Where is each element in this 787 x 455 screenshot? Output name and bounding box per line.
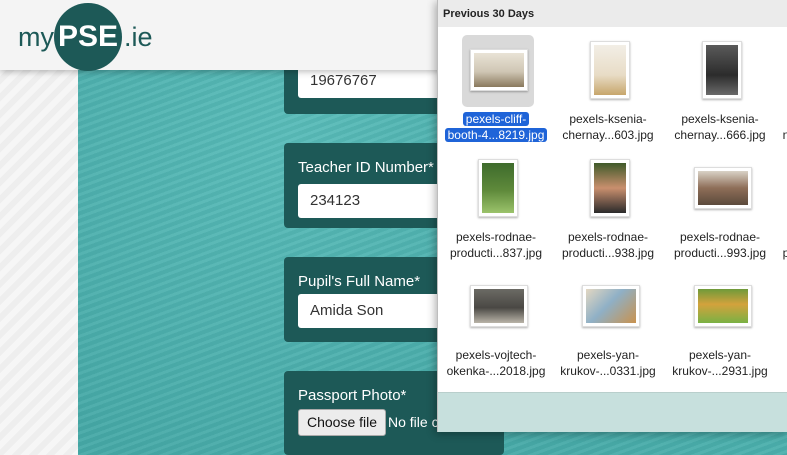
file-name: pexels-rodnae-producti...993.jpg: [673, 230, 767, 260]
photo-thumbnail: [590, 159, 630, 217]
file-name: p: [776, 245, 787, 261]
file-item[interactable]: p: [776, 145, 787, 265]
file-item[interactable]: pexels-ksenia-chernay...666.jpg: [664, 27, 776, 147]
file-item[interactable]: pexels-yan-krukov-...2931.jpg: [664, 263, 776, 383]
thumbnail-area: [462, 153, 534, 225]
photo-thumbnail: [590, 41, 630, 99]
file-item[interactable]: pexels-ksenia-chernay...603.jpg: [552, 27, 664, 147]
file-grid: pexels-cliff-booth-4...8219.jpg pexels-k…: [438, 27, 787, 392]
thumbnail-area: [574, 271, 646, 343]
file-name: pexels-cliff-booth-4...8219.jpg: [440, 111, 552, 143]
photo-thumbnail: [470, 49, 528, 91]
thumbnail-area: [686, 35, 758, 107]
thumbnail-area: [686, 153, 758, 225]
picker-section-title: Previous 30 Days: [443, 8, 535, 20]
logo-suffix: .ie: [124, 21, 153, 52]
photo-thumbnail: [694, 167, 752, 209]
file-status-text: No file c: [388, 414, 439, 430]
photo-thumbnail: [470, 285, 528, 327]
file-name: n: [776, 127, 787, 143]
picker-footer: [438, 392, 787, 432]
logo-circle: PSE: [54, 3, 122, 71]
passport-photo-label: Passport Photo*: [298, 387, 407, 404]
thumbnail-area: [686, 271, 758, 343]
file-name: pexels-rodnae-producti...837.jpg: [449, 230, 543, 260]
picker-section-header: Previous 30 Days: [438, 0, 787, 28]
file-item[interactable]: pexels-rodnae-producti...938.jpg: [552, 145, 664, 265]
file-item[interactable]: pexels-cliff-booth-4...8219.jpg: [440, 27, 552, 147]
file-name: pexels-yan-krukov-...0331.jpg: [560, 348, 656, 378]
thumbnail-area: [574, 153, 646, 225]
file-name: pexels-rodnae-producti...938.jpg: [561, 230, 655, 260]
file-name: pexels-ksenia-chernay...666.jpg: [674, 112, 766, 142]
file-item[interactable]: pexels-rodnae-producti...993.jpg: [664, 145, 776, 265]
photo-thumbnail: [702, 41, 742, 99]
file-name: pexels-vojtech-okenka-...2018.jpg: [446, 348, 546, 378]
file-item[interactable]: pexels-vojtech-okenka-...2018.jpg: [440, 263, 552, 383]
photo-thumbnail: [694, 285, 752, 327]
file-item[interactable]: pexels-rodnae-producti...837.jpg: [440, 145, 552, 265]
choose-file-button[interactable]: Choose file: [298, 409, 387, 436]
mypse-logo[interactable]: my PSE .ie: [18, 3, 153, 71]
file-picker-dialog: Previous 30 Days pexels-cliff-booth-4...…: [437, 0, 787, 432]
photo-thumbnail: [582, 285, 640, 327]
pupil-name-label: Pupil's Full Name*: [298, 273, 421, 290]
teacher-id-label: Teacher ID Number*: [298, 159, 434, 176]
file-name: pexels-yan-krukov-...2931.jpg: [672, 348, 768, 378]
thumbnail-area: [574, 35, 646, 107]
logo-prefix: my: [18, 21, 54, 52]
file-item[interactable]: n: [776, 27, 787, 147]
file-name: pexels-ksenia-chernay...603.jpg: [562, 112, 654, 142]
thumbnail-selection: [462, 35, 534, 107]
thumbnail-area: [462, 271, 534, 343]
file-item[interactable]: pexels-yan-krukov-...0331.jpg: [552, 263, 664, 383]
photo-thumbnail: [478, 159, 518, 217]
